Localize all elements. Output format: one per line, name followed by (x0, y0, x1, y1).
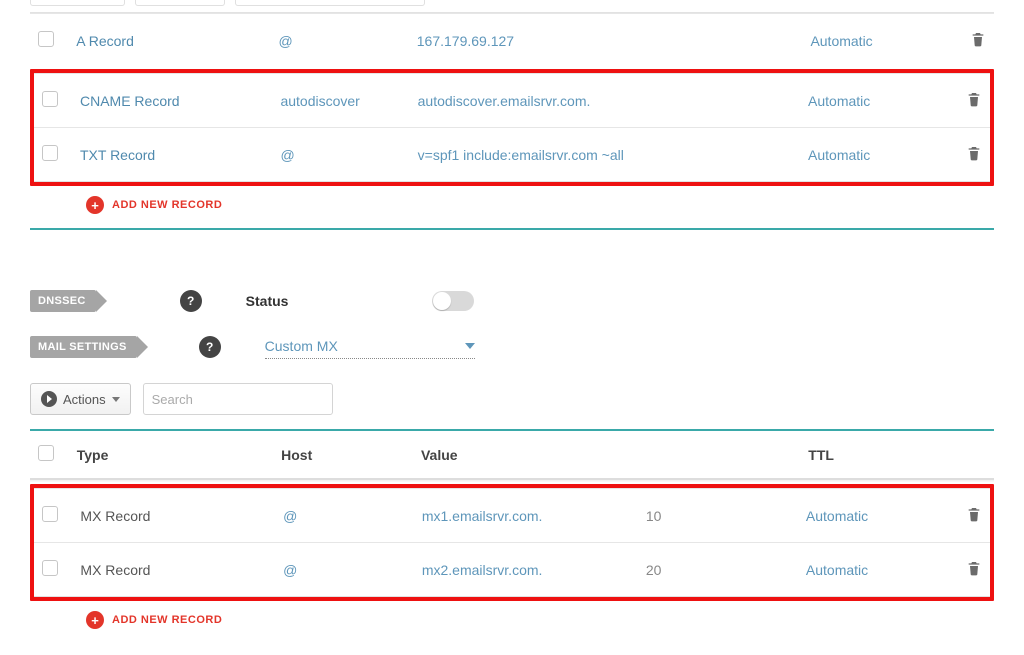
add-new-record-label: ADD NEW RECORD (112, 614, 222, 626)
cell-type[interactable]: CNAME Record (72, 74, 272, 128)
trash-icon[interactable] (966, 559, 982, 577)
cell-type[interactable]: A Record (68, 14, 270, 68)
cell-host[interactable]: @ (272, 128, 409, 182)
trash-icon[interactable] (966, 144, 982, 162)
trash-icon[interactable] (966, 505, 982, 523)
mail-settings-row: MAIL SETTINGS ? Custom MX (30, 334, 994, 359)
cell-ttl[interactable]: Automatic (798, 543, 947, 597)
mail-mx-selected: Custom MX (265, 338, 338, 354)
table-header-row: Type Host Value TTL (30, 431, 994, 478)
cell-value[interactable]: 167.179.69.127 (409, 14, 803, 68)
dnssec-row: DNSSEC ? Status (30, 290, 994, 312)
header-shadow (30, 478, 994, 482)
trash-icon[interactable] (970, 30, 986, 48)
chevron-down-icon (465, 343, 475, 349)
highlighted-mx-box: MX Record @ mx1.emailsrvr.com. 10 Automa… (30, 484, 994, 601)
dns-records-table-1: A Record @ 167.179.69.127 Automatic (30, 13, 994, 67)
add-new-record-label: ADD NEW RECORD (112, 199, 222, 211)
col-header-value[interactable]: Value (413, 431, 639, 478)
search-input[interactable] (152, 384, 328, 414)
mx-toolbar: Actions (30, 383, 994, 415)
table-row: TXT Record @ v=spf1 include:emailsrvr.co… (34, 128, 990, 182)
cell-ttl[interactable]: Automatic (800, 128, 948, 182)
cell-value[interactable]: autodiscover.emailsrvr.com. (410, 74, 800, 128)
dns-records-table-1-highlighted: CNAME Record autodiscover autodiscover.e… (34, 73, 990, 181)
cell-ttl[interactable]: Automatic (802, 14, 951, 68)
add-new-record[interactable]: + ADD NEW RECORD (30, 603, 994, 635)
dnssec-tag: DNSSEC (30, 290, 96, 312)
section-divider (30, 228, 994, 230)
play-circle-icon (41, 391, 57, 407)
cell-type[interactable]: MX Record (72, 543, 275, 597)
cell-host[interactable]: @ (275, 489, 414, 543)
cell-host[interactable]: @ (275, 543, 414, 597)
row-checkbox[interactable] (42, 145, 58, 161)
row-checkbox[interactable] (42, 91, 58, 107)
actions-button[interactable]: Actions (30, 383, 131, 415)
help-icon[interactable]: ? (199, 336, 221, 358)
dnssec-status-label: Status (246, 293, 289, 309)
mail-mx-select[interactable]: Custom MX (265, 334, 475, 359)
mx-records-rows: MX Record @ mx1.emailsrvr.com. 10 Automa… (34, 488, 990, 596)
row-checkbox[interactable] (42, 506, 58, 522)
table-row: MX Record @ mx1.emailsrvr.com. 10 Automa… (34, 489, 990, 543)
row-checkbox[interactable] (38, 31, 54, 47)
table-row: A Record @ 167.179.69.127 Automatic (30, 14, 994, 68)
mx-records-table: Type Host Value TTL (30, 431, 994, 478)
col-header-ttl[interactable]: TTL (800, 431, 951, 478)
highlighted-records-box: CNAME Record autodiscover autodiscover.e… (30, 69, 994, 186)
plus-circle-icon: + (86, 611, 104, 629)
mail-settings-tag: MAIL SETTINGS (30, 336, 137, 358)
cell-priority[interactable]: 10 (638, 489, 798, 543)
actions-label: Actions (63, 392, 106, 407)
plus-circle-icon: + (86, 196, 104, 214)
col-header-type[interactable]: Type (69, 431, 273, 478)
table-row: CNAME Record autodiscover autodiscover.e… (34, 74, 990, 128)
select-all-checkbox[interactable] (38, 445, 54, 461)
row-checkbox[interactable] (42, 560, 58, 576)
cell-ttl[interactable]: Automatic (800, 74, 948, 128)
cell-priority[interactable]: 20 (638, 543, 798, 597)
top-tool-remnants (30, 0, 994, 8)
search-field-wrap (143, 383, 333, 415)
cell-host[interactable]: autodiscover (272, 74, 409, 128)
cell-ttl[interactable]: Automatic (798, 489, 947, 543)
chevron-down-icon (112, 397, 120, 402)
cell-value[interactable]: mx2.emailsrvr.com. (414, 543, 638, 597)
trash-icon[interactable] (966, 90, 982, 108)
table-row: MX Record @ mx2.emailsrvr.com. 20 Automa… (34, 543, 990, 597)
cell-type[interactable]: MX Record (72, 489, 275, 543)
dnssec-toggle[interactable] (432, 291, 474, 311)
col-header-host[interactable]: Host (273, 431, 413, 478)
cell-value[interactable]: v=spf1 include:emailsrvr.com ~all (410, 128, 800, 182)
add-new-record[interactable]: + ADD NEW RECORD (30, 188, 994, 220)
toggle-knob (433, 292, 451, 310)
cell-host[interactable]: @ (270, 14, 408, 68)
col-header-priority (639, 431, 800, 478)
cell-value[interactable]: mx1.emailsrvr.com. (414, 489, 638, 543)
help-icon[interactable]: ? (180, 290, 202, 312)
cell-type[interactable]: TXT Record (72, 128, 272, 182)
